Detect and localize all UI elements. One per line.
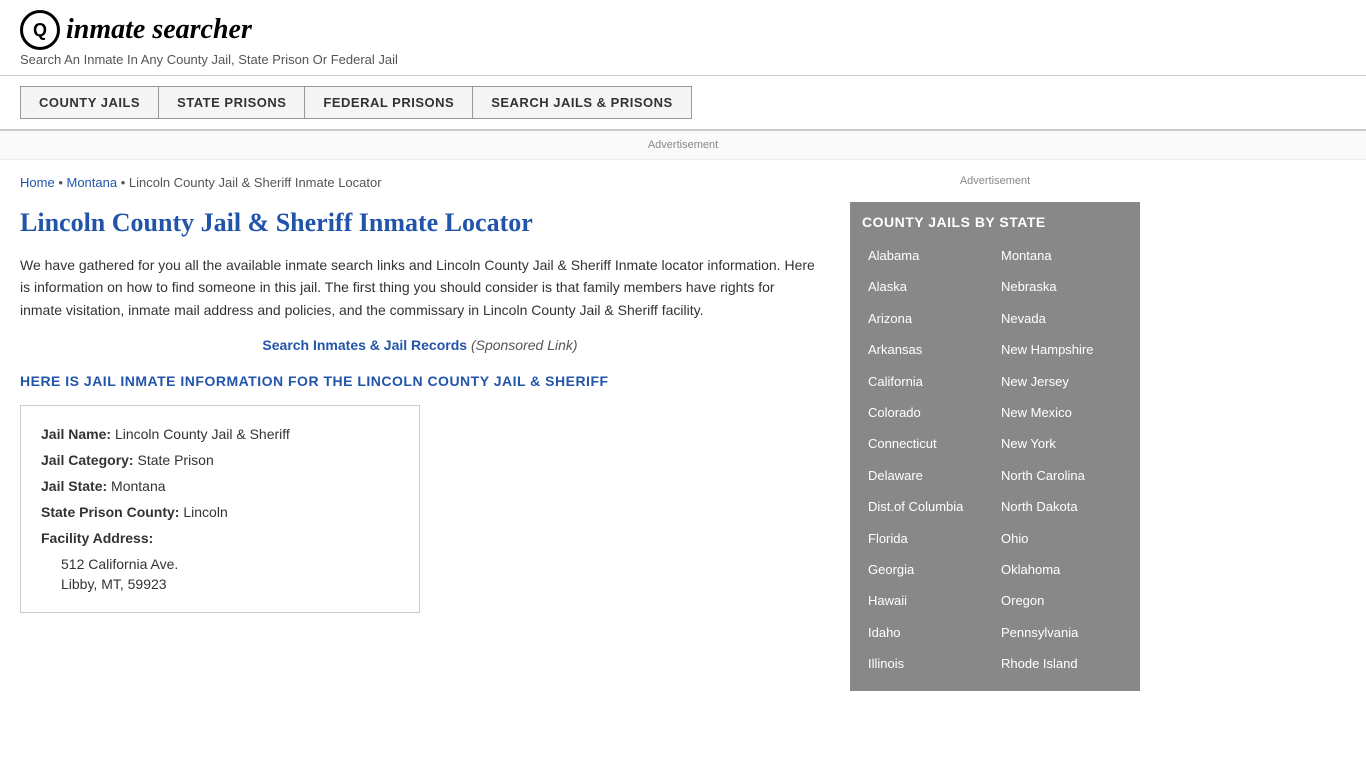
nav-state-prisons[interactable]: STATE PRISONS — [159, 86, 305, 119]
sponsored-link[interactable]: Search Inmates & Jail Records — [262, 337, 467, 353]
state-link[interactable]: North Dakota — [995, 491, 1128, 522]
state-link[interactable]: Delaware — [862, 460, 995, 491]
state-link[interactable]: Arkansas — [862, 334, 995, 365]
state-columns: AlabamaAlaskaArizonaArkansasCaliforniaCo… — [862, 240, 1128, 679]
nav-federal-prisons[interactable]: FEDERAL PRISONS — [305, 86, 473, 119]
nav-search-jails[interactable]: SEARCH JAILS & PRISONS — [473, 86, 691, 119]
states-right-col: MontanaNebraskaNevadaNew HampshireNew Je… — [995, 240, 1128, 679]
states-left-col: AlabamaAlaskaArizonaArkansasCaliforniaCo… — [862, 240, 995, 679]
page-title: Lincoln County Jail & Sheriff Inmate Loc… — [20, 208, 820, 238]
info-heading: HERE IS JAIL INMATE INFORMATION FOR THE … — [20, 373, 820, 389]
state-link[interactable]: Alaska — [862, 271, 995, 302]
info-box: Jail Name: Lincoln County Jail & Sheriff… — [20, 405, 420, 613]
main-layout: Home • Montana • Lincoln County Jail & S… — [0, 160, 1366, 706]
sponsored-label: (Sponsored Link) — [471, 337, 578, 353]
state-link[interactable]: New Jersey — [995, 366, 1128, 397]
breadcrumb-sep2: • — [121, 175, 129, 190]
state-link[interactable]: Idaho — [862, 617, 995, 648]
state-link[interactable]: Pennsylvania — [995, 617, 1128, 648]
state-link[interactable]: Ohio — [995, 523, 1128, 554]
state-link[interactable]: North Carolina — [995, 460, 1128, 491]
header: Q inmate searcher Search An Inmate In An… — [0, 0, 1366, 76]
jail-state-value: Montana — [111, 478, 165, 494]
logo-text: inmate searcher — [66, 14, 252, 46]
jail-category-value: State Prison — [137, 452, 213, 468]
tagline: Search An Inmate In Any County Jail, Sta… — [20, 52, 1346, 67]
nav-county-jails[interactable]: COUNTY JAILS — [20, 86, 159, 119]
content-area: Home • Montana • Lincoln County Jail & S… — [20, 160, 840, 706]
jail-name-label: Jail Name: — [41, 426, 111, 442]
jail-state-label: Jail State: — [41, 478, 107, 494]
nav-bar: COUNTY JAILS STATE PRISONS FEDERAL PRISO… — [0, 76, 1366, 131]
state-link[interactable]: Alabama — [862, 240, 995, 271]
ad-bar: Advertisement — [0, 131, 1366, 160]
state-link[interactable]: New Mexico — [995, 397, 1128, 428]
state-list-title: COUNTY JAILS BY STATE — [862, 214, 1128, 230]
page-description: We have gathered for you all the availab… — [20, 254, 820, 321]
facility-address-label: Facility Address: — [41, 530, 153, 546]
state-link[interactable]: Hawaii — [862, 585, 995, 616]
breadcrumb-current: Lincoln County Jail & Sheriff Inmate Loc… — [129, 175, 382, 190]
state-link[interactable]: Georgia — [862, 554, 995, 585]
state-link[interactable]: Connecticut — [862, 428, 995, 459]
logo-icon: Q — [20, 10, 60, 50]
state-list-box: COUNTY JAILS BY STATE AlabamaAlaskaArizo… — [850, 202, 1140, 691]
state-link[interactable]: New York — [995, 428, 1128, 459]
state-prison-county-label: State Prison County: — [41, 504, 179, 520]
state-prison-county-row: State Prison County: Lincoln — [41, 504, 399, 520]
state-link[interactable]: Arizona — [862, 303, 995, 334]
logo-area: Q inmate searcher — [20, 10, 1346, 50]
state-link[interactable]: Oklahoma — [995, 554, 1128, 585]
jail-name-val: Lincoln County Jail & Sheriff — [115, 426, 290, 442]
breadcrumb-home[interactable]: Home — [20, 175, 55, 190]
state-link[interactable]: Nebraska — [995, 271, 1128, 302]
facility-address-row: Facility Address: — [41, 530, 399, 546]
sponsored-link-container: Search Inmates & Jail Records (Sponsored… — [20, 337, 820, 353]
state-link[interactable]: Colorado — [862, 397, 995, 428]
sidebar: Advertisement COUNTY JAILS BY STATE Alab… — [840, 160, 1140, 706]
state-link[interactable]: Rhode Island — [995, 648, 1128, 679]
state-prison-county-value: Lincoln — [183, 504, 227, 520]
breadcrumb-state[interactable]: Montana — [66, 175, 117, 190]
state-link[interactable]: California — [862, 366, 995, 397]
address-line2: Libby, MT, 59923 — [61, 576, 399, 592]
state-link[interactable]: Oregon — [995, 585, 1128, 616]
state-link[interactable]: New Hampshire — [995, 334, 1128, 365]
state-link[interactable]: Montana — [995, 240, 1128, 271]
jail-name-row: Jail Name: Lincoln County Jail & Sheriff — [41, 426, 399, 442]
state-link[interactable]: Nevada — [995, 303, 1128, 334]
sidebar-ad: Advertisement — [850, 175, 1140, 187]
state-link[interactable]: Illinois — [862, 648, 995, 679]
breadcrumb: Home • Montana • Lincoln County Jail & S… — [20, 175, 820, 190]
jail-category-row: Jail Category: State Prison — [41, 452, 399, 468]
address-line1: 512 California Ave. — [61, 556, 399, 572]
jail-category-label: Jail Category: — [41, 452, 134, 468]
jail-state-row: Jail State: Montana — [41, 478, 399, 494]
state-link[interactable]: Florida — [862, 523, 995, 554]
state-link[interactable]: Dist.of Columbia — [862, 491, 995, 522]
